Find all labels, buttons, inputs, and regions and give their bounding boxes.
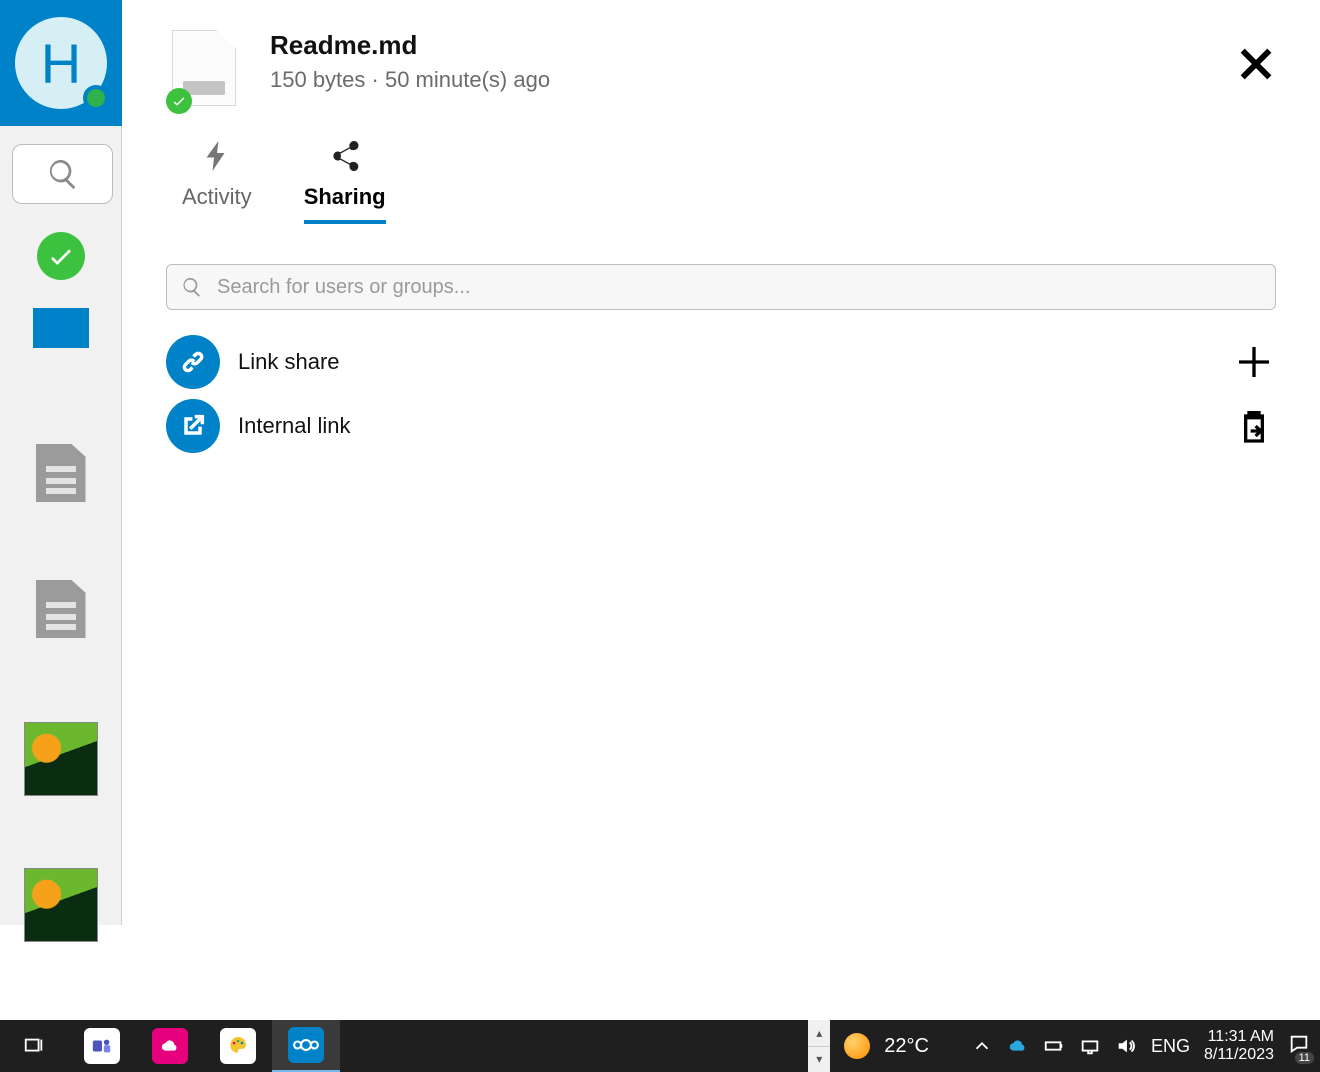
sidebar-image-thumb-1[interactable]: [24, 722, 98, 796]
share-search[interactable]: [166, 264, 1276, 310]
weather-icon[interactable]: [844, 1033, 870, 1059]
sidebar-item-selected[interactable]: [33, 308, 89, 348]
taskbar-app-cloud[interactable]: [136, 1020, 204, 1072]
scroll-down-icon[interactable]: ▾: [808, 1047, 830, 1072]
sync-status-ok-icon[interactable]: [37, 232, 85, 280]
search-icon: [46, 157, 80, 191]
network-tray-icon[interactable]: [1079, 1035, 1101, 1057]
taskbar-app-nextcloud[interactable]: [272, 1020, 340, 1072]
taskbar-app-paint[interactable]: [204, 1020, 272, 1072]
presence-online-icon: [83, 85, 109, 111]
task-view-icon: [23, 1035, 45, 1057]
input-language[interactable]: ENG: [1151, 1036, 1190, 1057]
clock[interactable]: 11:31 AM 8/11/2023: [1204, 1028, 1274, 1064]
battery-tray-icon[interactable]: [1043, 1035, 1065, 1057]
sidebar-account-header[interactable]: H: [0, 0, 122, 126]
file-name: Readme.md: [270, 30, 550, 61]
notification-count: 11: [1295, 1052, 1314, 1064]
internal-link-label: Internal link: [238, 413, 351, 439]
chevron-up-icon[interactable]: [971, 1035, 993, 1057]
windows-taskbar: ▴ ▾ 22°C ENG 11:31 AM 8/11/2023 11: [0, 1020, 1320, 1072]
avatar[interactable]: H: [15, 17, 107, 109]
tab-sharing[interactable]: Sharing: [304, 138, 386, 224]
teams-icon: [84, 1028, 120, 1064]
tabs: Activity Sharing: [122, 110, 1320, 224]
link-share-label: Link share: [238, 349, 340, 375]
external-link-icon: [166, 399, 220, 453]
share-icon: [327, 138, 363, 174]
onedrive-tray-icon[interactable]: [1007, 1035, 1029, 1057]
search-icon: [181, 276, 203, 298]
lightning-icon: [199, 138, 235, 174]
clock-date: 8/11/2023: [1204, 1046, 1274, 1064]
synced-badge-icon: [166, 88, 192, 114]
file-subtitle: 150 bytes · 50 minute(s) ago: [270, 67, 550, 93]
taskbar-right: ▴ ▾ 22°C ENG 11:31 AM 8/11/2023 11: [808, 1020, 1320, 1072]
nextcloud-icon: [288, 1027, 324, 1063]
internal-link-row: Internal link: [166, 394, 1276, 458]
sidebar-search[interactable]: [12, 144, 113, 204]
sidebar-file-item-1[interactable]: [36, 444, 86, 502]
taskbar-app-teams[interactable]: [68, 1020, 136, 1072]
share-options: Link share Internal link: [166, 330, 1276, 458]
close-icon: [1236, 44, 1276, 84]
scroll-up-icon[interactable]: ▴: [808, 1020, 830, 1047]
file-thumbnail: [172, 30, 242, 110]
plus-icon: [1234, 342, 1274, 382]
notifications-button[interactable]: 11: [1288, 1033, 1310, 1060]
file-header: Readme.md 150 bytes · 50 minute(s) ago: [122, 0, 1320, 110]
share-search-input[interactable]: [217, 276, 1261, 299]
add-link-share-button[interactable]: [1232, 340, 1276, 384]
avatar-letter: H: [41, 31, 81, 96]
file-age: 50 minute(s) ago: [385, 67, 550, 92]
tab-sharing-label: Sharing: [304, 184, 386, 210]
sidebar: H: [0, 0, 122, 925]
close-button[interactable]: [1232, 40, 1280, 88]
sidebar-items: [0, 232, 121, 942]
cloud-icon: [152, 1028, 188, 1064]
tab-activity[interactable]: Activity: [182, 138, 252, 224]
vertical-scrollbar[interactable]: ▴ ▾: [808, 1020, 830, 1072]
file-info: Readme.md 150 bytes · 50 minute(s) ago: [270, 30, 550, 93]
sidebar-file-item-2[interactable]: [36, 580, 86, 638]
link-icon: [166, 335, 220, 389]
main-panel: Readme.md 150 bytes · 50 minute(s) ago A…: [122, 0, 1320, 1040]
clipboard-icon: [1234, 406, 1274, 446]
clock-time: 11:31 AM: [1204, 1028, 1274, 1046]
link-share-row: Link share: [166, 330, 1276, 394]
sidebar-image-thumb-2[interactable]: [24, 868, 98, 942]
paint-icon: [220, 1028, 256, 1064]
app-window: H: [0, 0, 1320, 1040]
file-size: 150 bytes: [270, 67, 365, 92]
task-view-button[interactable]: [0, 1020, 68, 1072]
taskbar-left: [0, 1020, 340, 1072]
weather-temp[interactable]: 22°C: [884, 1035, 929, 1058]
tab-activity-label: Activity: [182, 184, 252, 210]
copy-internal-link-button[interactable]: [1232, 404, 1276, 448]
volume-tray-icon[interactable]: [1115, 1035, 1137, 1057]
